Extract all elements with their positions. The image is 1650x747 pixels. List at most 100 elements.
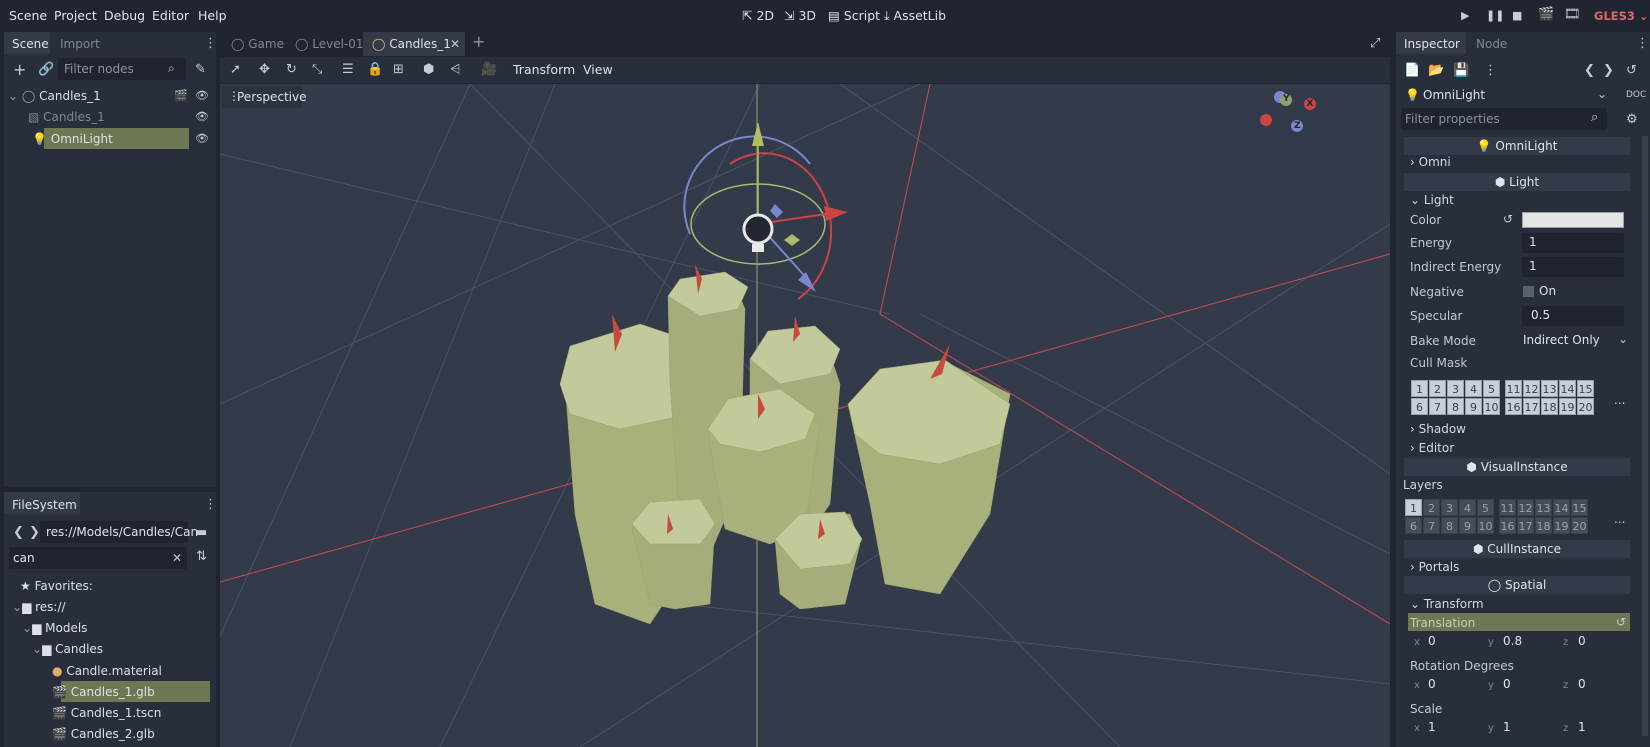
add-node-icon[interactable]: + [13, 62, 26, 78]
new-tab-icon[interactable]: + [472, 34, 485, 50]
script-attach-icon[interactable]: ✎ [195, 63, 206, 77]
layers-more-button[interactable]: ... [1614, 512, 1625, 526]
workspace-script-button[interactable]: ▤ Script [828, 8, 880, 23]
distraction-free-icon[interactable]: ⤢ [1370, 37, 1380, 51]
history-forward-icon[interactable]: ❯ [1603, 64, 1614, 78]
tab-level01[interactable]: ◯ Level-01 [295, 37, 364, 51]
renderer-select[interactable]: GLES3 ⌄ [1594, 9, 1649, 23]
rotate-tool-icon[interactable]: ↻ [286, 63, 297, 77]
reset-icon[interactable]: ↺ [1503, 212, 1513, 226]
layer-bit-10[interactable]: 10 [1477, 517, 1494, 534]
menu-help[interactable]: Help [198, 8, 227, 23]
clear-icon[interactable]: ✕ [172, 551, 182, 565]
layer-bit-2[interactable]: 2 [1429, 380, 1446, 397]
group-light[interactable]: ⌄ Light [1410, 193, 1454, 207]
tree-node-candles-root[interactable]: ⌄ ◯ Candles_1 🎬 👁 [8, 86, 209, 106]
layer-bit-17[interactable]: 17 [1517, 517, 1534, 534]
fs-candle-material[interactable]: ● Candle.material [52, 661, 162, 681]
layer-bit-20[interactable]: 20 [1571, 517, 1588, 534]
translation-x-field[interactable]: 0 [1428, 634, 1436, 648]
forward-icon[interactable]: ❯ [29, 526, 40, 540]
tab-node[interactable]: Node [1476, 37, 1507, 51]
inspector-scrollbar[interactable] [1642, 136, 1648, 736]
menu-project[interactable]: Project [54, 8, 97, 23]
tree-node-candles-mesh[interactable]: ▧ Candles_1 👁 [28, 107, 209, 127]
fs-favorites[interactable]: ★ Favorites: [20, 576, 93, 596]
reset-icon[interactable]: ↺ [1616, 615, 1626, 629]
docs-icon[interactable]: DOC [1626, 88, 1646, 102]
fs-models-folder[interactable]: ⌄▆ Models [22, 618, 87, 638]
bake-mode-select[interactable]: Indirect Only ⌄ [1522, 331, 1628, 351]
layer-bit-20[interactable]: 20 [1577, 398, 1594, 415]
save-resource-icon[interactable]: 💾 [1453, 64, 1469, 78]
energy-field[interactable]: 1 [1522, 233, 1624, 253]
sort-icon[interactable]: ⇅ [196, 550, 207, 564]
color-picker[interactable] [1522, 212, 1624, 228]
group-shadow[interactable]: › Shadow [1410, 422, 1466, 436]
list-select-icon[interactable]: ☰ [342, 63, 354, 77]
tree-node-omnilight[interactable]: 💡 OmniLight 👁 [32, 129, 212, 149]
fs-candles-folder[interactable]: ⌄▆ Candles [32, 639, 103, 659]
tab-import[interactable]: Import [60, 37, 100, 51]
layer-bit-15[interactable]: 15 [1571, 499, 1588, 516]
snap-icon[interactable]: ⩤ [450, 63, 460, 77]
tab-game[interactable]: ◯ Game [231, 37, 284, 51]
back-icon[interactable]: ❮ [13, 526, 24, 540]
layer-bit-16[interactable]: 16 [1505, 398, 1522, 415]
layer-bit-8[interactable]: 8 [1447, 398, 1464, 415]
group-transform[interactable]: ⌄ Transform [1410, 597, 1484, 611]
layer-bit-17[interactable]: 17 [1523, 398, 1540, 415]
fs-candles1-tscn[interactable]: 🎬 Candles_1.tscn [52, 703, 161, 723]
layer-bit-3[interactable]: 3 [1447, 380, 1464, 397]
layer-bit-18[interactable]: 18 [1535, 517, 1552, 534]
rotation-z-field[interactable]: 0 [1578, 677, 1586, 691]
menu-scene[interactable]: Scene [9, 8, 47, 23]
layer-bit-13[interactable]: 13 [1541, 380, 1558, 397]
negative-checkbox[interactable]: On [1522, 282, 1624, 302]
layer-bit-16[interactable]: 16 [1499, 517, 1516, 534]
dock-menu-icon[interactable]: ⋮ [204, 37, 217, 51]
layer-bit-5[interactable]: 5 [1483, 380, 1500, 397]
layer-bit-15[interactable]: 15 [1577, 380, 1594, 397]
translation-y-field[interactable]: 0.8 [1503, 634, 1522, 648]
scale-x-field[interactable]: 1 [1428, 720, 1436, 734]
scale-tool-icon[interactable]: ⤡ [312, 63, 322, 77]
split-view-icon[interactable]: ▬ [195, 526, 207, 540]
translation-z-field[interactable]: 0 [1578, 634, 1586, 648]
layer-bit-11[interactable]: 11 [1499, 499, 1516, 516]
layer-bit-4[interactable]: 4 [1465, 380, 1482, 397]
dock-menu-icon[interactable]: ⋮ [204, 498, 217, 512]
layer-bit-4[interactable]: 4 [1459, 499, 1476, 516]
layer-bit-1[interactable]: 1 [1405, 499, 1422, 516]
menu-debug[interactable]: Debug [104, 8, 145, 23]
visibility-eye-icon[interactable]: 👁 [195, 132, 209, 146]
workspace-assetlib-button[interactable]: ⤓ AssetLib [884, 8, 946, 24]
layer-bit-10[interactable]: 10 [1483, 398, 1500, 415]
local-space-icon[interactable]: ⬢ [423, 63, 434, 77]
open-scene-icon[interactable]: 🎬 [174, 89, 188, 103]
load-resource-icon[interactable]: 📂 [1428, 64, 1444, 78]
layer-bit-14[interactable]: 14 [1553, 499, 1570, 516]
specular-field[interactable]: 0.5 [1522, 306, 1624, 326]
workspace-2d-button[interactable]: ⇱ 2D [742, 8, 774, 23]
visibility-eye-icon[interactable]: 👁 [195, 110, 209, 124]
3d-viewport[interactable]: ⋮ Perspective Y X Z [220, 84, 1390, 747]
select-tool-icon[interactable]: ➚ [230, 63, 241, 77]
group-omni[interactable]: › Omni [1410, 155, 1451, 169]
scale-z-field[interactable]: 1 [1578, 720, 1586, 734]
lock-icon[interactable]: 🔒 [367, 63, 383, 77]
view-menu[interactable]: View [583, 62, 613, 77]
property-tools-icon[interactable]: ⚙ [1626, 113, 1638, 127]
play-icon[interactable]: ▶ [1461, 9, 1469, 23]
dock-menu-icon[interactable]: ⋮ [1636, 37, 1649, 51]
layer-bit-12[interactable]: 12 [1523, 380, 1540, 397]
file-search-input[interactable]: can ✕ [9, 547, 187, 569]
stop-icon[interactable]: ■ [1512, 9, 1522, 23]
filter-nodes-input[interactable]: Filter nodes ⌕ [58, 58, 186, 80]
scale-y-field[interactable]: 1 [1503, 720, 1511, 734]
layer-bit-19[interactable]: 19 [1553, 517, 1570, 534]
more-options-icon[interactable]: ⋮ [1484, 64, 1497, 78]
cull-mask-more-button[interactable]: ... [1614, 393, 1625, 407]
layer-bit-3[interactable]: 3 [1441, 499, 1458, 516]
history-icon[interactable]: ↺ [1626, 64, 1637, 78]
